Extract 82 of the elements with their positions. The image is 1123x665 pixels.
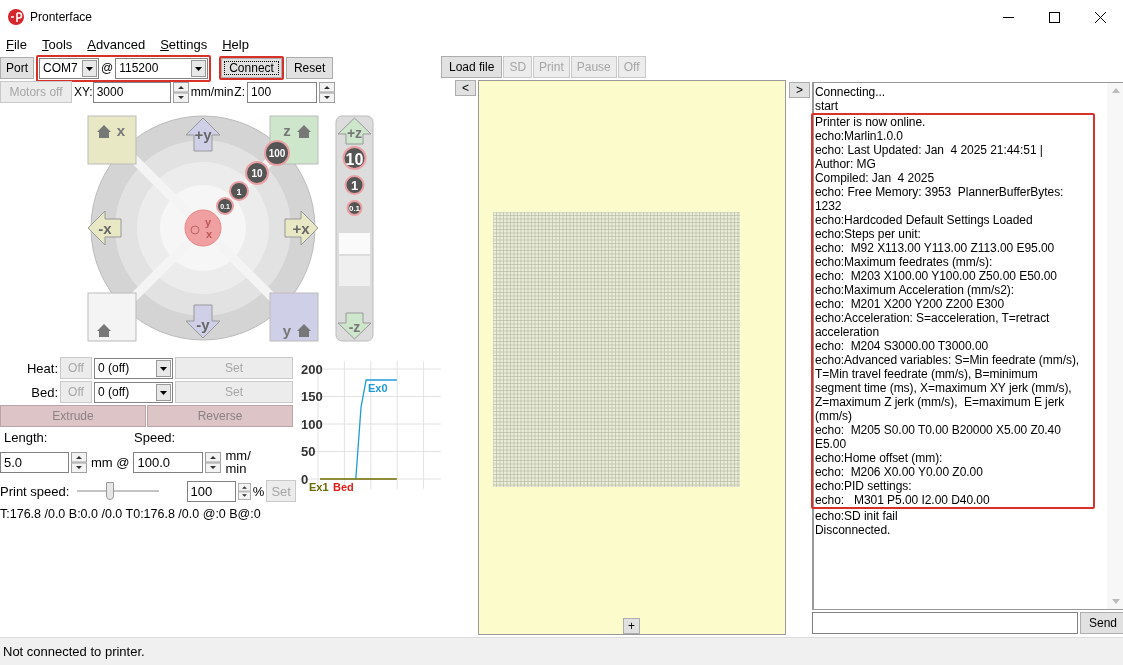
speed-field[interactable]: 100.0 [133,451,204,473]
y-tick-label: 100 [301,416,323,432]
log-line: Z=maximum Z jerk (mm/s), E=maximum E jerk [815,395,1066,409]
series-label: Ex0 [368,382,388,394]
toggle-panel-button[interactable]: > [789,82,810,98]
log-line: echo:SD init fail [815,509,899,523]
log-line: E5.00 [815,437,848,451]
heater-label: Heat: [25,360,58,376]
z-label: Z: [234,85,246,99]
status-text: Not connected to printer. [3,644,145,659]
send-button[interactable]: Send [1080,612,1123,634]
jog-arrow-button[interactable]: -x [87,210,122,246]
unit-label: mm/min [190,85,234,99]
menu-item[interactable]: Advanced [83,36,150,52]
log-line: echo: M206 X0.00 Y0.00 Z0.00 [815,465,984,479]
step-button[interactable]: 10 [342,146,367,170]
log-line: Printer is now online. [815,115,927,129]
log-line: echo:Acceleration: S=acceleration, T=retract [815,311,1051,325]
menu-item[interactable]: Settings [156,36,212,52]
y-tick-label: 150 [301,389,323,404]
log-line: echo: Free Memory: 3953 PlannerBufferBytes: [815,185,1065,199]
jog-arrow-button[interactable]: -y [185,304,221,339]
log-line: echo:PID settings: [815,479,913,493]
window-title: Pronterface [30,10,93,24]
log-line: echo:Steps per unit: [815,227,922,241]
previous-layer-button[interactable]: < [455,80,476,96]
menu-item[interactable]: File [2,36,31,52]
log-line: echo: M205 S0.00 T0.00 B20000 X5.00 Z0.40 [815,423,1062,437]
log-line: (mm/s) [815,409,854,423]
add-button[interactable]: + [623,618,640,634]
xy-label: XY: [74,85,93,99]
log-line: segment time (ms), X=maximum XY jerk (mm/s), [815,381,1073,395]
temperature-readout: T:176.8 /0.0 B:0.0 /0.0 T0:176.8 /0.0 @:0 B@:0 [0,507,262,521]
log-line: Compiled: Jan 4 2025 [815,171,936,185]
log-line: echo:Hardcoded Default Settings Loaded [815,213,1034,227]
log-line: echo: M92 X113.00 Y113.00 Z113.00 E95.00 [815,241,1056,255]
print-speed-label: Print speed: [0,483,70,499]
log-line: Disconnected. [815,523,892,537]
step-button[interactable]: 1 [344,175,365,195]
log-line: echo: M301 P5.00 I2.00 D40.00 [815,493,991,507]
log-line: echo:Home offset (mm): [815,451,944,465]
log-line: echo: M203 X100.00 Y100.00 Z50.00 E50.00 [815,269,1058,283]
log-line: echo: M201 X200 Y200 Z200 E300 [815,297,1006,311]
length-unit-label: mm @ [91,454,130,470]
log-line: echo:Advanced variables: S=Min feedrate (mm/s), [815,353,1081,367]
at-label: @ [101,61,114,75]
home-button[interactable]: x [87,115,137,165]
step-button[interactable]: 0.1 [346,200,363,216]
baud-dropdown[interactable]: 115200 [115,57,209,79]
jog-arrow-button[interactable]: +y [185,117,221,152]
port-dropdown[interactable]: COM7 [39,57,99,79]
z-feedrate-field[interactable]: 100 [247,81,318,103]
length-label: Length: [4,429,49,445]
log-line: echo:Maximum feedrates (mm/s): [815,255,994,269]
log-line: echo:Marlin1.0.0 [815,129,904,143]
log-line: 1232 [815,199,843,213]
log-line: echo:Maximum Acceleration (mm/s2): [815,283,1016,297]
log-line: acceleration [815,325,881,339]
y-tick-label: 0 [301,471,309,487]
series-label: Ex1 [309,481,329,493]
jog-arrow-button[interactable]: +x [284,210,319,246]
speed-label: Speed: [134,429,176,445]
percent-label: % [252,483,265,499]
length-field[interactable]: 5.0 [0,451,69,473]
xy-feedrate-field[interactable]: 3000 [92,81,171,103]
menu-item[interactable]: Tools [37,36,77,52]
series-label: Bed [333,481,354,493]
port-button[interactable]: Port [0,57,34,79]
connect-button[interactable]: Connect [221,58,282,78]
load-file-button[interactable]: Load file [441,55,503,78]
heater-label: Bed: [30,384,58,400]
log-line: Connecting... [815,85,887,99]
y-tick-label: 200 [301,361,323,377]
speed-unit-label: mm/ min [225,449,252,475]
log-line: echo: M204 S3000.00 T3000.00 [815,339,990,353]
log-line: echo: Last Updated: Jan 4 2025 21:44:51 | [815,143,1044,157]
log-line: Author: MG [815,157,877,171]
log-line: T=Min travel feedrate (mm/s), B=minimum [815,367,1039,381]
menu-item[interactable]: Help [218,36,253,52]
y-tick-label: 50 [301,444,316,459]
reset-button[interactable]: Reset [285,57,334,79]
log-line: start [815,99,840,113]
